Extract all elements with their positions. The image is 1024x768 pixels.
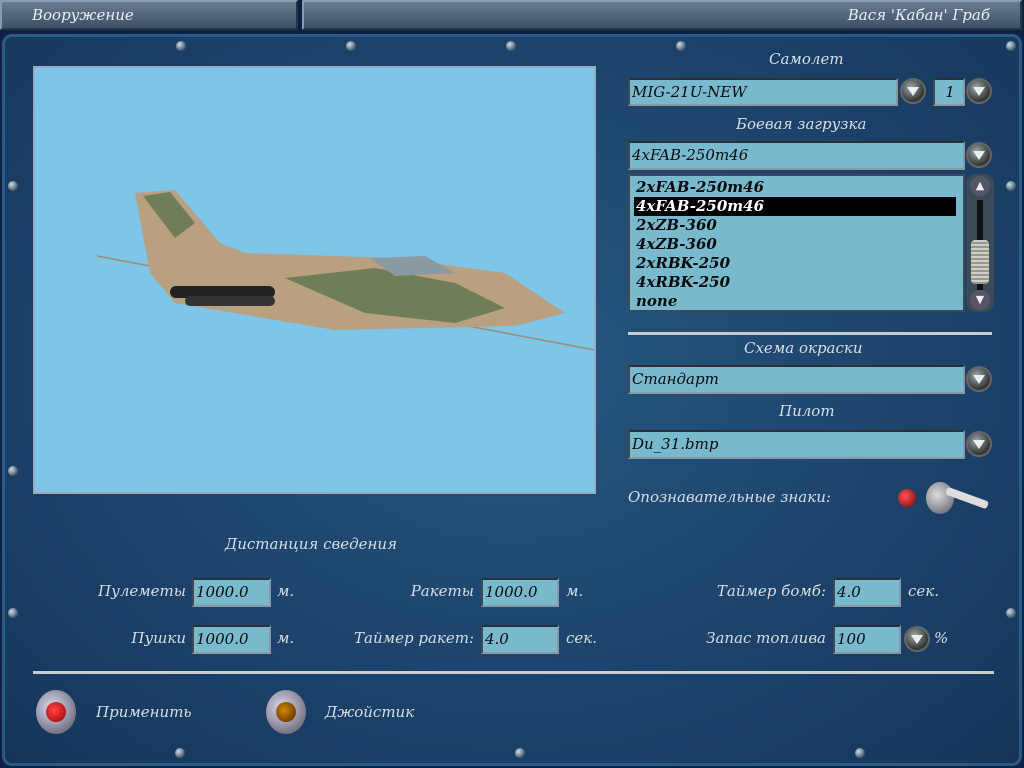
screw-icon xyxy=(346,41,356,51)
screw-icon xyxy=(8,466,18,476)
mg-label: Пулеметы xyxy=(98,582,186,600)
loadout-option[interactable]: none xyxy=(634,292,959,311)
fuel-dropdown-button[interactable] xyxy=(904,626,930,652)
screw-icon xyxy=(676,41,686,51)
loadout-list[interactable]: 2xFAB-250m46 4xFAB-250m46 2xZB-360 4xZB-360… xyxy=(628,174,965,312)
screw-icon xyxy=(1006,181,1016,191)
mg-unit: м. xyxy=(277,582,295,600)
bomb-timer-input[interactable]: 4.0 xyxy=(833,578,901,607)
apply-button[interactable] xyxy=(36,690,76,734)
aircraft-preview[interactable] xyxy=(33,66,596,494)
fuel-input[interactable]: 100 xyxy=(833,625,901,654)
mg-distance-input[interactable]: 1000.0 xyxy=(192,578,271,607)
markings-label: Опознавательные знаки: xyxy=(628,488,831,506)
convergence-title: Дистанция сведения xyxy=(225,535,397,553)
fuel-unit: % xyxy=(934,629,949,647)
loadout-label: Боевая загрузка xyxy=(736,115,867,133)
aircraft-image xyxy=(96,190,596,351)
loadout-scrollbar[interactable]: ▲ ▼ xyxy=(966,174,994,312)
markings-indicator-icon xyxy=(898,489,916,507)
loadout-select[interactable]: 4xFAB-250m46 xyxy=(628,141,965,170)
rocket-timer-input[interactable]: 4.0 xyxy=(481,625,559,654)
joystick-label[interactable]: Джойстик xyxy=(325,703,414,721)
player-name: Вася 'Кабан' Граб xyxy=(847,6,990,24)
pilot-select[interactable]: Du_31.bmp xyxy=(628,430,965,459)
scroll-down-icon[interactable]: ▼ xyxy=(970,290,990,310)
bomb-timer-label: Таймер бомб: xyxy=(716,582,826,600)
loadout-option[interactable]: 2xZB-360 xyxy=(634,216,959,235)
rocket-unit: м. xyxy=(566,582,584,600)
paint-label: Схема окраски xyxy=(744,339,863,357)
screw-icon xyxy=(515,748,525,758)
screw-icon xyxy=(1006,41,1016,51)
divider xyxy=(628,332,992,335)
amber-lamp-icon xyxy=(276,702,296,722)
rocket-label: Ракеты xyxy=(410,582,474,600)
loadout-option[interactable]: 2xRBK-250 xyxy=(634,254,959,273)
loadout-dropdown-button[interactable] xyxy=(966,142,992,168)
cannon-distance-input[interactable]: 1000.0 xyxy=(192,625,271,654)
paint-select[interactable]: Стандарт xyxy=(628,365,965,394)
rocket-timer-unit: сек. xyxy=(566,629,598,647)
cannon-unit: м. xyxy=(277,629,295,647)
cannon-label: Пушки xyxy=(131,629,186,647)
bomb-timer-unit: сек. xyxy=(908,582,940,600)
red-lamp-icon xyxy=(46,702,66,722)
screw-icon xyxy=(8,608,18,618)
scroll-up-icon[interactable]: ▲ xyxy=(970,176,990,196)
aircraft-dropdown-button[interactable] xyxy=(900,78,926,104)
divider xyxy=(33,671,994,674)
loadout-option[interactable]: 2xFAB-250m46 xyxy=(634,178,959,197)
pilot-dropdown-button[interactable] xyxy=(966,431,992,457)
loadout-option[interactable]: 4xRBK-250 xyxy=(634,273,959,292)
aircraft-label: Самолет xyxy=(769,50,844,68)
aircraft-count[interactable]: 1 xyxy=(933,78,965,106)
scroll-thumb[interactable] xyxy=(971,240,989,284)
player-button[interactable]: Вася 'Кабан' Граб xyxy=(302,0,1022,30)
paint-dropdown-button[interactable] xyxy=(966,366,992,392)
screw-icon xyxy=(175,748,185,758)
screw-icon xyxy=(176,41,186,51)
rocket-distance-input[interactable]: 1000.0 xyxy=(481,578,559,607)
screw-icon xyxy=(855,748,865,758)
aircraft-select[interactable]: MIG-21U-NEW xyxy=(628,78,898,106)
screw-icon xyxy=(8,181,18,191)
count-dropdown-button[interactable] xyxy=(966,78,992,104)
pilot-label: Пилот xyxy=(779,402,835,420)
page-title: Вооружение xyxy=(32,6,134,24)
title-button: Вооружение xyxy=(0,0,298,30)
loadout-option[interactable]: 4xZB-360 xyxy=(634,235,959,254)
screw-icon xyxy=(506,41,516,51)
loadout-option[interactable]: 4xFAB-250m46 xyxy=(634,197,956,216)
apply-label[interactable]: Применить xyxy=(96,703,192,721)
fuel-label: Запас топлива xyxy=(706,629,826,647)
rocket-timer-label: Таймер ракет: xyxy=(354,629,474,647)
joystick-button[interactable] xyxy=(266,690,306,734)
screw-icon xyxy=(1006,608,1016,618)
